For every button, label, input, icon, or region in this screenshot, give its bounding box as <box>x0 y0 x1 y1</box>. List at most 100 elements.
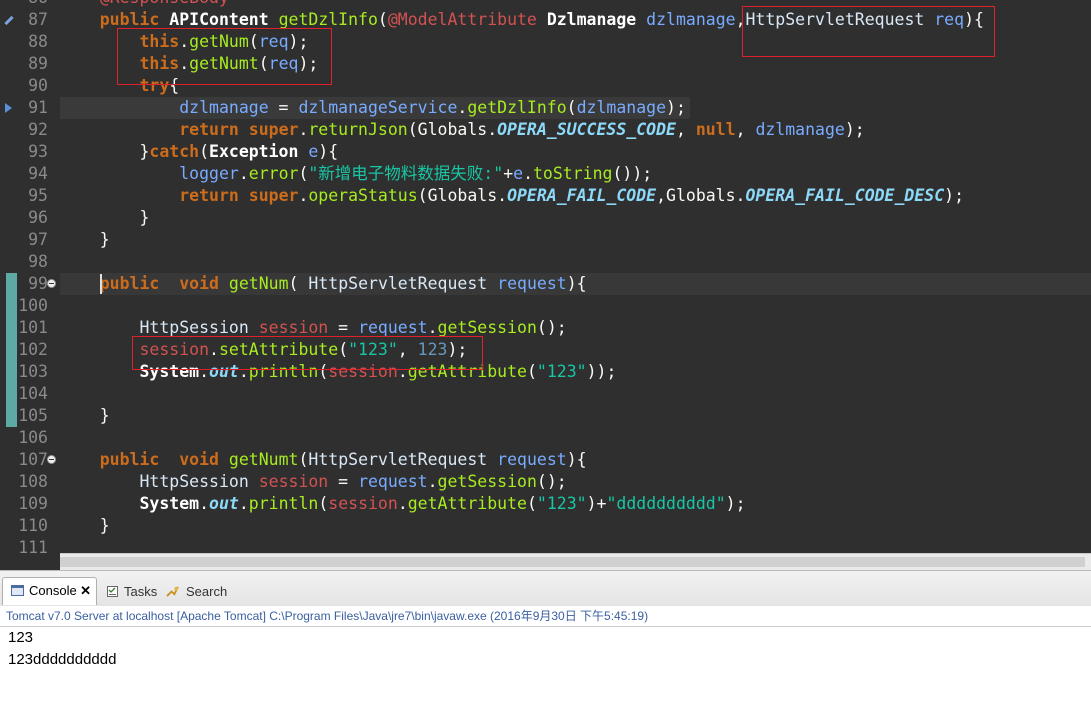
code-token: OPERA_SUCCESS_CODE <box>497 120 676 139</box>
fold-toggle-icon[interactable] <box>47 279 56 288</box>
code-editor[interactable]: 86 @ResponseBody87 public APIContent get… <box>0 0 1091 553</box>
debug-marker-icon <box>5 103 12 113</box>
code-token: toString <box>533 164 613 183</box>
code-token: OPERA_FAIL_CODE_DESC <box>745 186 945 205</box>
code-token: request <box>358 318 428 337</box>
code-token: ,Globals. <box>656 186 746 205</box>
code-line[interactable]: } <box>60 207 1091 229</box>
code-line[interactable]: } <box>60 515 1091 537</box>
line-number: 94 <box>28 164 48 183</box>
code-token: catch <box>149 142 200 161</box>
code-token: . <box>427 318 438 337</box>
code-line[interactable]: session.setAttribute("123", 123); <box>60 339 1091 361</box>
code-token: HttpServletRequest <box>308 450 488 469</box>
code-line[interactable]: return super.returnJson(Globals.OPERA_SU… <box>60 119 1091 141</box>
code-token: (Globals. <box>407 120 498 139</box>
code-line[interactable]: } <box>60 405 1091 427</box>
console-output[interactable]: 123 123dddddddddd <box>0 627 1091 702</box>
code-line[interactable]: this.getNum(req); <box>60 31 1091 53</box>
code-line[interactable]: dzlmanage = dzlmanageService.getDzlInfo(… <box>60 97 1091 119</box>
tab-console-label: Console <box>29 583 77 598</box>
code-token: getAttribute <box>407 362 527 381</box>
tasks-icon <box>107 586 118 597</box>
code-line[interactable]: } <box>60 229 1091 251</box>
code-token: 123 <box>417 340 448 359</box>
code-token: request <box>497 450 567 469</box>
code-token: ( <box>566 98 577 117</box>
code-line[interactable]: HttpSession session = request.getSession… <box>60 471 1091 493</box>
code-token: Exception <box>209 142 299 161</box>
code-token: , <box>735 120 756 139</box>
code-line[interactable] <box>60 427 1091 449</box>
code-token: ); <box>447 340 468 359</box>
code-token: getSession <box>437 318 537 337</box>
line-number: 88 <box>28 32 48 51</box>
line-number: 89 <box>28 54 48 73</box>
code-token: } <box>60 406 110 425</box>
code-line[interactable]: public void getNumt(HttpServletRequest r… <box>60 449 1091 471</box>
tab-tasks[interactable]: Tasks <box>104 579 157 605</box>
line-number: 96 <box>28 208 48 227</box>
code-line[interactable] <box>60 537 1091 553</box>
code-token: getDzlInfo <box>467 98 567 117</box>
code-token: public <box>99 450 160 469</box>
line-number: 98 <box>28 252 48 271</box>
tab-search[interactable]: Search <box>166 579 227 605</box>
code-token: request <box>497 274 567 293</box>
code-line[interactable] <box>60 251 1091 273</box>
fold-toggle-icon[interactable] <box>47 455 56 464</box>
code-line[interactable]: @ResponseBody <box>60 0 1091 9</box>
code-line[interactable]: try{ <box>60 75 1091 97</box>
code-token: = <box>328 318 359 337</box>
line-number: 86 <box>0 0 48 9</box>
code-token: = <box>328 472 359 491</box>
code-token: println <box>248 362 319 381</box>
code-token: operaStatus <box>308 186 418 205</box>
code-token: request <box>358 472 428 491</box>
line-number: 108 <box>18 472 48 491</box>
code-token: getSession <box>437 472 537 491</box>
code-line[interactable]: public APIContent getDzlInfo(@ModelAttri… <box>60 9 1091 31</box>
horizontal-scrollbar[interactable] <box>60 553 1091 570</box>
code-token: "123" <box>536 362 587 381</box>
code-line[interactable]: System.out.println(session.getAttribute(… <box>60 493 1091 515</box>
code-line[interactable]: HttpSession session = request.getSession… <box>60 317 1091 339</box>
code-line[interactable] <box>60 383 1091 405</box>
code-line[interactable]: this.getNumt(req); <box>60 53 1091 75</box>
console-output-line: 123dddddddddd <box>8 651 117 668</box>
code-token: ( <box>298 164 309 183</box>
tab-console[interactable]: Console ✕ <box>2 577 97 605</box>
code-token: OPERA_FAIL_CODE <box>507 186 657 205</box>
code-token: dzlmanage <box>646 10 736 29</box>
code-token: . <box>523 164 533 183</box>
code-token: ){ <box>318 142 339 161</box>
code-token: logger <box>179 164 239 183</box>
close-icon[interactable]: ✕ <box>80 578 91 604</box>
line-number: 92 <box>28 120 48 139</box>
code-token: ( <box>318 362 329 381</box>
code-token: ()); <box>612 164 653 183</box>
code-token: )+ <box>586 494 607 513</box>
tab-tasks-label: Tasks <box>124 584 158 599</box>
code-token: void <box>179 274 219 293</box>
code-token: System <box>139 362 200 381</box>
code-line[interactable]: return super.operaStatus(Globals.OPERA_F… <box>60 185 1091 207</box>
scrollbar-thumb[interactable] <box>60 557 1085 567</box>
code-line[interactable] <box>60 295 1091 317</box>
code-line[interactable]: public void getNum( HttpServletRequest r… <box>60 273 1091 295</box>
code-token: (); <box>536 472 567 491</box>
code-line[interactable]: }catch(Exception e){ <box>60 141 1091 163</box>
code-line[interactable]: logger.error("新增电子物料数据失败:"+e.toString())… <box>60 163 1091 185</box>
line-number: 90 <box>28 76 48 95</box>
code-token: public <box>99 10 160 29</box>
code-line[interactable]: System.out.println(session.getAttribute(… <box>60 361 1091 383</box>
code-token: ){ <box>964 10 984 29</box>
change-marker <box>6 273 17 427</box>
